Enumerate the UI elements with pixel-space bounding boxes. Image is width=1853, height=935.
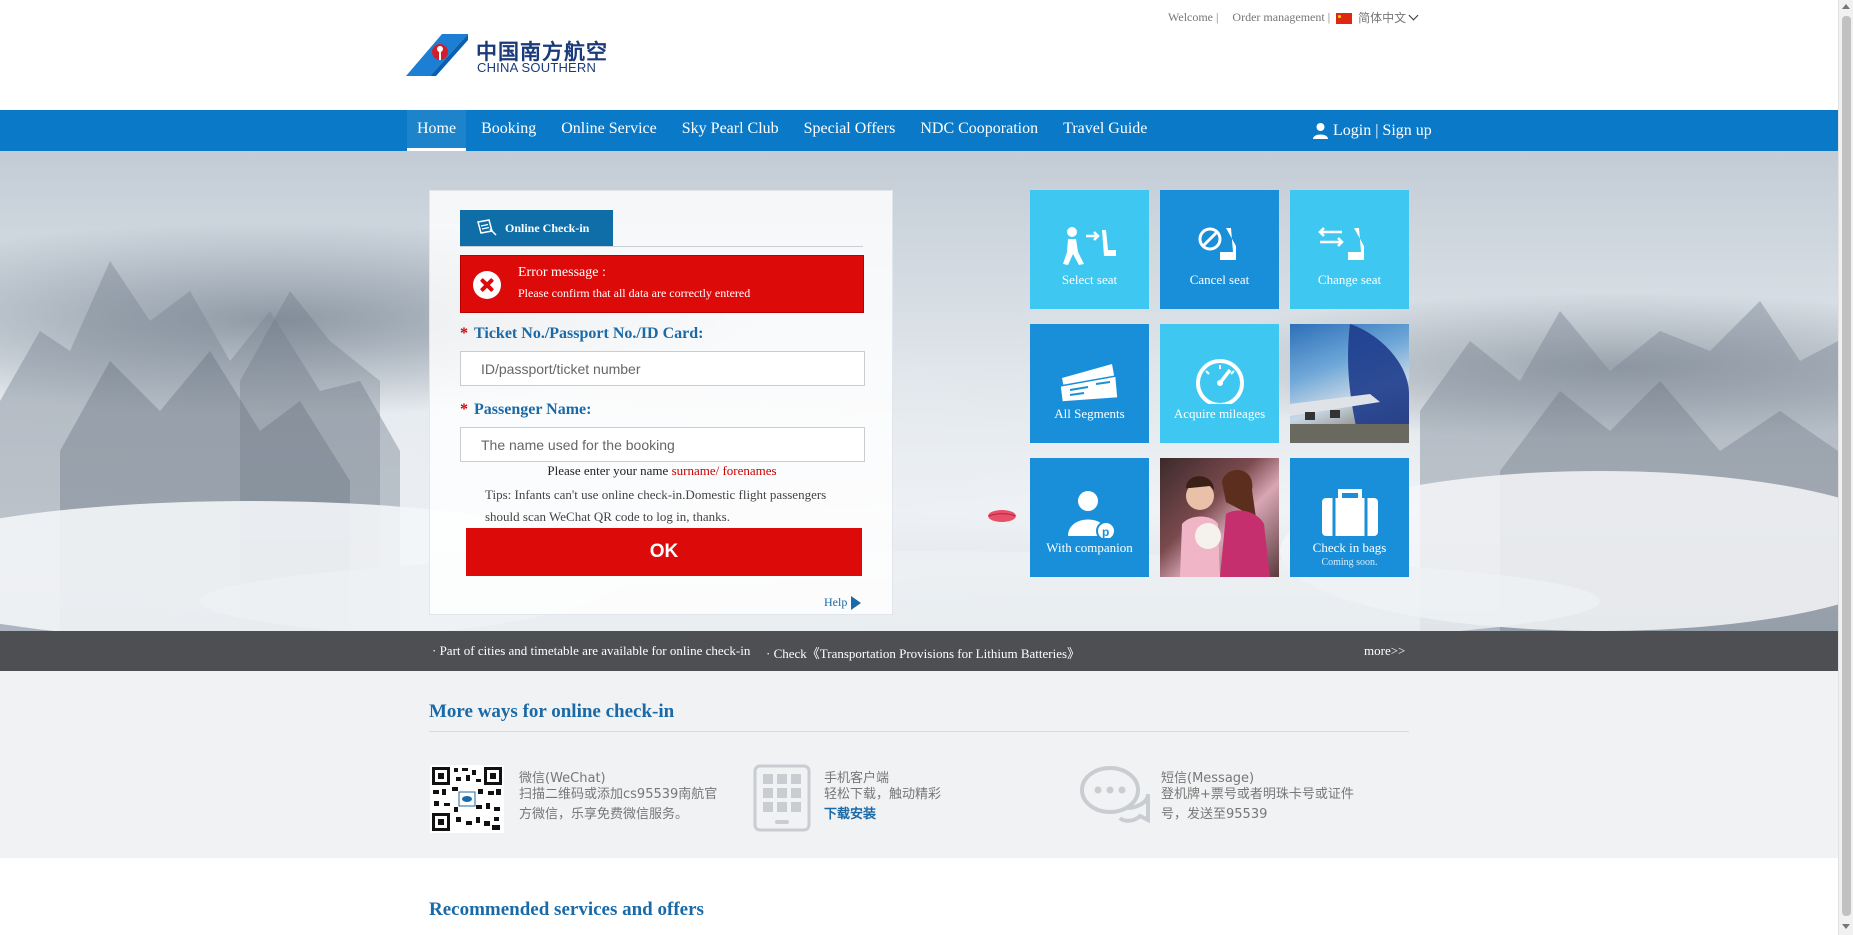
passenger-name-input[interactable]: [460, 427, 865, 462]
help-label: Help: [824, 595, 848, 609]
wechat-title: 微信(WeChat): [519, 771, 606, 786]
acquire-mileages-label: Acquire mileages: [1173, 406, 1266, 421]
name-hint-text: Please enter your name: [547, 463, 669, 478]
login-signup-link[interactable]: Login | Sign up: [1312, 110, 1432, 151]
app-download-link[interactable]: 下载安装: [824, 805, 876, 825]
app-title: 手机客户端: [824, 771, 890, 786]
error-text: Please confirm that all data are correct…: [518, 286, 751, 300]
coming-soon-label: Coming soon.: [1321, 557, 1378, 568]
news-ticker: · Part of cities and timetable are avail…: [0, 631, 1838, 671]
nav-items: Home Booking Online Service Sky Pearl Cl…: [407, 110, 1162, 151]
wechat-qr-code: [430, 765, 504, 833]
boarding-pass-icon: [477, 219, 497, 236]
recommended-title: Recommended services and offers: [429, 899, 704, 920]
message-bubble-icon: [1080, 766, 1150, 824]
change-seat-tile[interactable]: Change seat: [1290, 190, 1409, 309]
online-checkin-panel: Online Check-in Error message : Please c…: [429, 190, 893, 615]
infant-tips: Tips: Infants can't use online check-in.…: [485, 487, 827, 524]
tab-divider: [460, 246, 863, 247]
app-text: 轻松下载，触动精彩: [824, 787, 942, 802]
chevron-down-icon[interactable]: [1408, 10, 1419, 21]
login-label: Login | Sign up: [1333, 122, 1432, 139]
airplane-photo-tile[interactable]: [1290, 324, 1409, 443]
sms-title: 短信(Message): [1161, 771, 1255, 786]
all-segments-tile[interactable]: All Segments: [1030, 324, 1149, 443]
ticket-number-input[interactable]: [460, 351, 865, 386]
required-mark: *: [460, 325, 468, 342]
airplane-photo: [1290, 324, 1409, 443]
all-segments-label: All Segments: [1054, 406, 1125, 421]
main-nav: Home Booking Online Service Sky Pearl Cl…: [0, 110, 1838, 151]
logo-english-text: CHINA SOUTHERN: [477, 60, 597, 75]
error-close-icon: [473, 271, 501, 299]
passenger-name-label-text: Passenger Name:: [474, 401, 592, 418]
with-companion-tile[interactable]: p With companion: [1030, 458, 1149, 577]
change-seat-label: Change seat: [1317, 272, 1382, 287]
page-scrollbar[interactable]: [1838, 0, 1853, 935]
top-header: Welcome | Order management | 简体中文 中国南方航空…: [0, 0, 1838, 110]
luggage-icon: [1322, 489, 1378, 536]
mobile-phone-icon: [753, 764, 811, 832]
boarding-passes-icon: [1059, 364, 1119, 403]
cancel-seat-icon: [1198, 227, 1236, 260]
lantern-decoration-icon: [988, 510, 1016, 522]
error-message-box: Error message : Please confirm that all …: [460, 255, 864, 313]
with-companion-label: With companion: [1046, 540, 1133, 555]
nav-online-service[interactable]: Online Service: [551, 110, 667, 151]
cancel-seat-tile[interactable]: Cancel seat: [1160, 190, 1279, 309]
wechat-text: 扫描二维码或添加cs95539南航官方微信，乐享免费微信服务。: [519, 787, 718, 822]
name-hint: Please enter your name surname/ forename…: [430, 463, 894, 479]
help-link[interactable]: Help: [824, 595, 862, 610]
user-icon: [1313, 123, 1328, 139]
more-ways-title: More ways for online check-in: [429, 701, 675, 722]
nav-booking[interactable]: Booking: [471, 110, 546, 151]
section-divider: [429, 731, 1409, 732]
ticker-item-lithium-batteries[interactable]: · Check《Transportation Provisions for Li…: [766, 643, 1080, 662]
nav-travel-guide[interactable]: Travel Guide: [1053, 110, 1157, 151]
ink-mountain-background: [0, 261, 1838, 631]
ticket-number-label-text: Ticket No./Passport No./ID Card:: [474, 325, 704, 342]
china-southern-logo[interactable]: 中国南方航空 CHINA SOUTHERN: [406, 34, 607, 76]
top-links: Welcome | Order management | 简体中文: [1168, 9, 1419, 26]
china-flag-icon: [1336, 13, 1353, 24]
more-ways-section: More ways for online check-in 微信(WeChat)…: [0, 671, 1838, 858]
hero-banner: [0, 151, 1838, 631]
welcome-link[interactable]: Welcome |: [1168, 10, 1218, 25]
sms-text: 登机牌+票号或者明珠卡号或证件号，发送至95539: [1161, 787, 1354, 822]
language-selector[interactable]: 简体中文: [1358, 9, 1406, 26]
nav-ndc-cooporation[interactable]: NDC Cooporation: [910, 110, 1048, 151]
order-management-link[interactable]: Order management |: [1232, 10, 1330, 25]
tab-label: Online Check-in: [505, 220, 590, 235]
ok-button[interactable]: OK: [466, 528, 862, 576]
change-seat-icon: [1318, 227, 1364, 260]
acquire-mileages-tile[interactable]: Acquire mileages: [1160, 324, 1279, 443]
required-mark: *: [460, 401, 468, 418]
ticker-item-online-checkin-cities[interactable]: · Part of cities and timetable are avail…: [432, 643, 750, 659]
companion-icon: p: [1068, 491, 1116, 538]
ticket-number-label: * Ticket No./Passport No./ID Card:: [460, 325, 703, 343]
error-title: Error message :: [518, 265, 606, 280]
nav-sky-pearl-club[interactable]: Sky Pearl Club: [672, 110, 789, 151]
speedometer-icon: [1196, 359, 1244, 404]
svg-text:p: p: [1102, 525, 1109, 538]
family-photo-tile[interactable]: [1160, 458, 1279, 577]
check-in-bags-label: Check in bags: [1312, 540, 1387, 555]
name-hint-format: surname/ forenames: [671, 463, 777, 478]
check-in-bags-tile[interactable]: Check in bags Coming soon.: [1290, 458, 1409, 577]
select-seat-tile[interactable]: Select seat: [1030, 190, 1149, 309]
scroll-up-arrow-icon[interactable]: [1842, 4, 1850, 9]
select-seat-label: Select seat: [1061, 272, 1118, 287]
scroll-down-arrow-icon[interactable]: [1842, 924, 1850, 929]
select-seat-icon: [1063, 227, 1116, 265]
tab-online-checkin[interactable]: Online Check-in: [460, 210, 613, 246]
nav-special-offers[interactable]: Special Offers: [794, 110, 906, 151]
scroll-thumb[interactable]: [1842, 16, 1851, 916]
nav-home[interactable]: Home: [407, 110, 467, 151]
passenger-name-label: * Passenger Name:: [460, 401, 591, 419]
play-arrow-icon: [851, 595, 862, 610]
ticker-more-link[interactable]: more>>: [1364, 643, 1405, 659]
mother-child-photo: [1180, 470, 1270, 577]
cancel-seat-label: Cancel seat: [1189, 272, 1250, 287]
kapok-logo-icon: [406, 34, 468, 76]
